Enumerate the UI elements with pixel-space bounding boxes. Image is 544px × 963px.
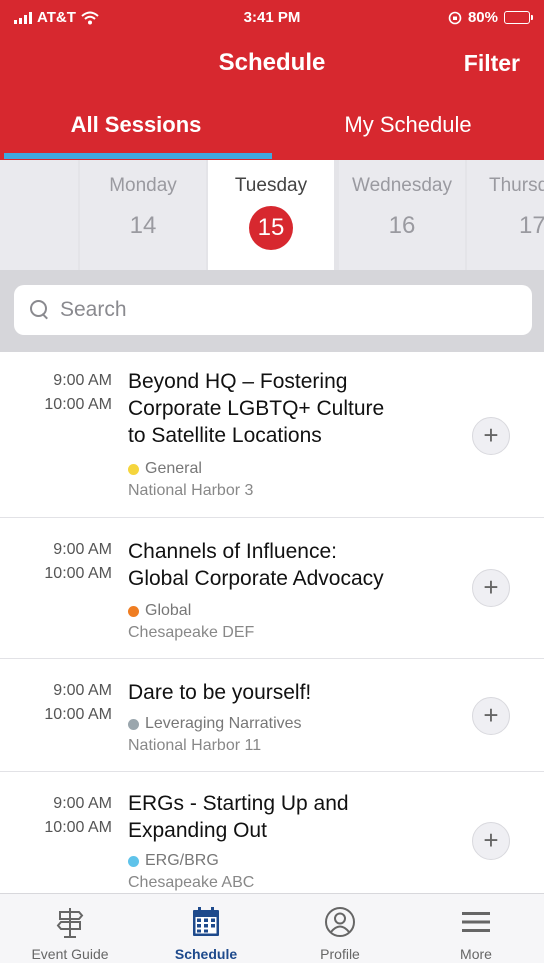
day-name: Thursday — [489, 175, 544, 196]
calendar-icon — [193, 907, 219, 936]
session-room: Chesapeake DEF — [128, 624, 255, 641]
session-row[interactable]: 9:00 AM 10:00 AM ERGs - Starting Up and … — [0, 772, 544, 893]
menu-icon — [462, 912, 490, 932]
page-title: Schedule — [218, 49, 326, 76]
tab-bar-more[interactable]: More — [408, 894, 544, 963]
day-tuesday[interactable]: Tuesday 15 — [208, 160, 334, 270]
session-end-time: 10:00 AM — [44, 706, 112, 723]
day-monday[interactable]: Monday 14 — [80, 160, 206, 270]
session-room: National Harbor 11 — [128, 737, 262, 754]
track-color-dot — [128, 463, 139, 475]
session-title-line: ERGs - Starting Up and — [128, 792, 349, 815]
session-times: 9:00 AM 10:00 AM — [0, 369, 112, 417]
session-title-line: Global Corporate Advocacy — [128, 567, 384, 590]
session-times: 9:00 AM 10:00 AM — [0, 792, 112, 840]
add-to-schedule-button[interactable]: + — [472, 822, 510, 860]
day-number: 17 — [519, 212, 544, 239]
session-title-line: Expanding Out — [128, 819, 267, 842]
session-title-line: Channels of Influence: — [128, 540, 337, 563]
session-row[interactable]: 9:00 AM 10:00 AM Beyond HQ – Fostering C… — [0, 352, 544, 518]
session-end-time: 10:00 AM — [44, 396, 112, 413]
header: AT&T 3:41 PM 80% Schedule Filter All Ses… — [0, 0, 544, 160]
tab-bar-profile[interactable]: Profile — [272, 894, 408, 963]
track-color-dot — [128, 605, 139, 617]
track-label: Leveraging Narratives — [145, 715, 302, 732]
search-bar — [14, 285, 532, 335]
tab-bar-label: More — [460, 946, 492, 962]
session-start-time: 9:00 AM — [53, 372, 112, 389]
session-row[interactable]: 9:00 AM 10:00 AM Dare to be yourself! Le… — [0, 659, 544, 772]
session-list: 9:00 AM 10:00 AM Beyond HQ – Fostering C… — [0, 352, 544, 893]
tab-bar-label: Event Guide — [31, 946, 109, 962]
add-to-schedule-button[interactable]: + — [472, 697, 510, 735]
day-number: 16 — [388, 212, 416, 239]
session-title: Beyond HQ – Fostering Corporate LGBTQ+ C… — [128, 368, 448, 449]
day-number-selected: 15 — [249, 206, 293, 250]
day-selector-edge — [0, 160, 78, 270]
session-title-line: to Satellite Locations — [128, 424, 322, 447]
session-start-time: 9:00 AM — [53, 541, 112, 558]
search-bar-container — [0, 270, 544, 352]
tab-all-sessions[interactable]: All Sessions — [0, 112, 272, 138]
day-thursday[interactable]: Thursday 17 — [467, 160, 544, 270]
day-name: Tuesday — [234, 175, 308, 196]
battery-icon — [504, 11, 533, 24]
track-label: General — [145, 460, 202, 477]
session-title-line: Corporate LGBTQ+ Culture — [128, 397, 385, 420]
bottom-tab-bar: Event Guide Schedule Profile More — [0, 893, 544, 963]
track-color-dot — [128, 855, 139, 867]
tab-bar-event-guide[interactable]: Event Guide — [2, 894, 138, 963]
search-icon — [30, 300, 50, 320]
session-times: 9:00 AM 10:00 AM — [0, 679, 112, 727]
session-title: Dare to be yourself! — [128, 679, 448, 706]
day-name: Monday — [109, 175, 177, 196]
session-start-time: 9:00 AM — [53, 795, 112, 812]
battery-percent: 80% — [467, 9, 498, 26]
session-track: ERG/BRG — [128, 852, 219, 870]
search-input[interactable] — [60, 298, 500, 322]
session-times: 9:00 AM 10:00 AM — [0, 538, 112, 586]
tab-bar-schedule[interactable]: Schedule — [138, 894, 274, 963]
day-number: 14 — [129, 212, 157, 239]
session-room: Chesapeake ABC — [128, 874, 255, 891]
session-track: General — [128, 460, 202, 478]
tab-my-schedule[interactable]: My Schedule — [272, 112, 544, 138]
session-track: Leveraging Narratives — [128, 715, 302, 733]
session-title-line: Beyond HQ – Fostering — [128, 370, 348, 393]
add-to-schedule-button[interactable]: + — [472, 417, 510, 455]
session-row[interactable]: 9:00 AM 10:00 AM Channels of Influence: … — [0, 518, 544, 659]
session-end-time: 10:00 AM — [44, 819, 112, 836]
session-room: National Harbor 3 — [128, 482, 254, 499]
tab-bar-label: Profile — [320, 946, 360, 962]
session-title: Channels of Influence: Global Corporate … — [128, 538, 458, 592]
add-to-schedule-button[interactable]: + — [472, 569, 510, 607]
signpost-icon — [56, 908, 84, 938]
tab-indicator — [4, 153, 272, 159]
day-name: Wednesday — [352, 175, 452, 196]
profile-icon — [325, 907, 355, 937]
track-label: Global — [145, 602, 192, 619]
day-wednesday[interactable]: Wednesday 16 — [339, 160, 465, 270]
tab-bar-label: Schedule — [174, 946, 238, 962]
session-title: ERGs - Starting Up and Expanding Out — [128, 790, 448, 844]
session-title-line: Dare to be yourself! — [128, 681, 312, 704]
day-selector: Monday 14 Tuesday 15 Wednesday 16 Thursd… — [0, 160, 544, 270]
session-end-time: 10:00 AM — [44, 565, 112, 582]
track-label: ERG/BRG — [145, 852, 219, 869]
status-bar: AT&T 3:41 PM 80% — [0, 0, 544, 38]
track-color-dot — [128, 718, 139, 730]
rotation-lock-icon — [448, 11, 462, 24]
session-track: Global — [128, 602, 191, 620]
filter-button[interactable]: Filter — [464, 50, 520, 77]
session-start-time: 9:00 AM — [53, 682, 112, 699]
status-right: 80% — [448, 9, 533, 26]
